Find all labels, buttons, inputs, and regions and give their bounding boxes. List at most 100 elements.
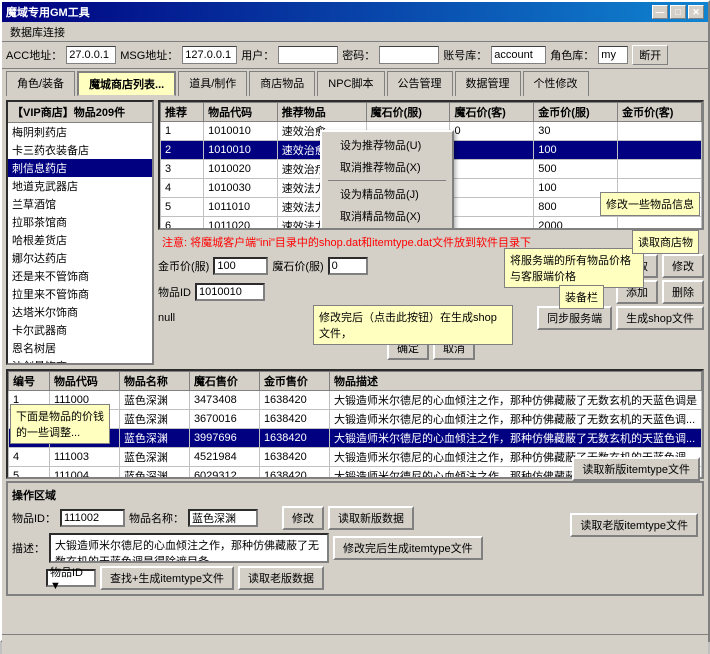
null-label: null bbox=[158, 312, 175, 324]
context-menu: 设为推荐物品(U) 取消推荐物品(X) 设为精品物品(J) 取消精品物品(X) … bbox=[320, 130, 454, 230]
table-row-selected[interactable]: 3 111002 蓝色深渊 3997696 1638420 大锻造师米尔德尼的心… bbox=[9, 429, 702, 448]
ms-input[interactable] bbox=[328, 257, 368, 275]
shop-item-13[interactable]: 恩名树居 bbox=[8, 339, 152, 357]
th-code: 物品代码 bbox=[204, 103, 278, 122]
shop-item-11[interactable]: 达塔米尔饰商 bbox=[8, 303, 152, 321]
role-label: 角色库： bbox=[550, 47, 594, 63]
read-old-itemtype-button[interactable]: 读取老版itemtype文件 bbox=[570, 513, 698, 537]
popup-item-3[interactable]: 设为精品物品(J) bbox=[324, 183, 450, 205]
shop-item-8[interactable]: 娜尔达药店 bbox=[8, 249, 152, 267]
connect-button[interactable]: 断开 bbox=[632, 45, 668, 65]
bth-code: 物品代码 bbox=[49, 372, 119, 391]
callout-modify: 修改一些物品信息 bbox=[600, 192, 700, 216]
ops-item-id-input[interactable] bbox=[60, 509, 125, 527]
popup-item-4[interactable]: 取消精品物品(X) bbox=[324, 205, 450, 227]
bth-name: 物品名称 bbox=[119, 372, 189, 391]
gold-input[interactable] bbox=[213, 257, 268, 275]
acc-label: ACC地址： bbox=[6, 47, 62, 63]
shop-list-scroll[interactable]: 梅阴刺药店 卡三药衣装备店 刺信息药店 地道克武器店 兰草酒馆 拉耶茶馆商 哈根… bbox=[8, 123, 152, 363]
read-itemtype-container: 读取新版itemtype文件 bbox=[572, 457, 700, 481]
ops-section: 操作区域 物品ID： 物品名称： 修改 读取新版数据 描述： 大锻造师米尔德尼的… bbox=[6, 481, 704, 596]
bth-num: 编号 bbox=[9, 372, 50, 391]
sync-button[interactable]: 同步服务端 bbox=[537, 306, 612, 330]
ops-combo-text: 物品ID ▼ bbox=[50, 564, 92, 592]
user-input[interactable] bbox=[278, 46, 338, 64]
bth-ms: 魔石售价 bbox=[189, 372, 259, 391]
item-id-label: 物品ID bbox=[158, 284, 191, 300]
shop-item-7[interactable]: 哈根差货店 bbox=[8, 231, 152, 249]
th-jb-c: 金币价(客) bbox=[618, 103, 702, 122]
main-window: 魔域专用GM工具 — □ ✕ 数据库连接 ACC地址： MSG地址： 用户： 密… bbox=[0, 0, 710, 642]
ops-gen-itemtype-button[interactable]: 修改完后生成itemtype文件 bbox=[333, 536, 483, 560]
read-new-itemtype-button[interactable]: 读取新版itemtype文件 bbox=[572, 457, 700, 481]
menu-item-db[interactable]: 数据库连接 bbox=[4, 22, 71, 42]
shop-list-panel: 【VIP商店】物品209件 梅阴刺药店 卡三药衣装备店 刺信息药店 地道克武器店… bbox=[6, 100, 154, 365]
shop-item-5[interactable]: 兰草酒馆 bbox=[8, 195, 152, 213]
shop-item-3[interactable]: 刺信息药店 bbox=[8, 159, 152, 177]
shop-item-10[interactable]: 拉里来不管饰商 bbox=[8, 285, 152, 303]
shop-item-9[interactable]: 还是来不管饰商 bbox=[8, 267, 152, 285]
ops-read-old-button[interactable]: 读取老版数据 bbox=[238, 566, 324, 590]
tab-item[interactable]: 道具/制作 bbox=[178, 71, 247, 96]
shop-list-header: 【VIP商店】物品209件 bbox=[8, 102, 152, 123]
pwd-input[interactable] bbox=[379, 46, 439, 64]
popup-item-2[interactable]: 取消推荐物品(X) bbox=[324, 156, 450, 178]
tab-bar: 角色/装备 魔城商店列表... 道具/制作 商店物品 NPC脚本 公告管理 数据… bbox=[2, 69, 708, 96]
shop-item-4[interactable]: 地道克武器店 bbox=[8, 177, 152, 195]
msg-label: MSG地址： bbox=[120, 47, 178, 63]
maximize-button[interactable]: □ bbox=[670, 5, 686, 19]
th-name: 推荐物品 bbox=[277, 103, 366, 122]
title-bar: 魔域专用GM工具 — □ ✕ bbox=[2, 2, 708, 22]
ops-desc-label: 描述： bbox=[12, 540, 45, 556]
table-row[interactable]: 2 111001 蓝色深渊 3670016 1638420 大锻造师米尔德尼的心… bbox=[9, 410, 702, 429]
ops-read-new-button[interactable]: 读取新版数据 bbox=[328, 506, 414, 530]
delete-button[interactable]: 删除 bbox=[662, 280, 704, 304]
pwd-label: 密码： bbox=[342, 47, 375, 63]
modify-button[interactable]: 修改 bbox=[662, 254, 704, 278]
read-old-container: 读取老版itemtype文件 bbox=[570, 513, 698, 537]
gold-label: 金币价(服) bbox=[158, 258, 209, 274]
th-rec: 推荐 bbox=[161, 103, 204, 122]
callout-gen-shop: 修改完后（点击此按钮）在生成shop文件， bbox=[313, 305, 513, 345]
top-section: 【VIP商店】物品209件 梅阴刺药店 卡三药衣装备店 刺信息药店 地道克武器店… bbox=[6, 100, 704, 365]
tab-role[interactable]: 角色/装备 bbox=[6, 71, 75, 96]
callout-read-shop: 读取商店物 bbox=[632, 230, 699, 254]
shop-item-6[interactable]: 拉耶茶馆商 bbox=[8, 213, 152, 231]
gen-shop-button[interactable]: 生成shop文件 bbox=[616, 306, 704, 330]
tab-personal[interactable]: 个性修改 bbox=[523, 71, 589, 96]
ops-combo[interactable]: 物品ID ▼ bbox=[46, 569, 96, 587]
ms-label: 魔石价(服) bbox=[272, 258, 323, 274]
table-row[interactable]: 1 111000 蓝色深渊 3473408 1638420 大锻造师米尔德尼的心… bbox=[9, 391, 702, 410]
fields-row: 金币价(服) 魔石价(服) 将服务端的所有物品价格与客服端价格 读取商店物 bbox=[158, 254, 704, 278]
popup-item-1[interactable]: 设为推荐物品(U) bbox=[324, 134, 450, 156]
menu-bar: 数据库连接 bbox=[2, 22, 708, 42]
ops-search-button[interactable]: 查找+生成itemtype文件 bbox=[100, 566, 234, 590]
db-label: 账号库： bbox=[443, 47, 487, 63]
ops-modify-button[interactable]: 修改 bbox=[282, 506, 324, 530]
shop-item-2[interactable]: 卡三药衣装备店 bbox=[8, 141, 152, 159]
user-label: 用户： bbox=[241, 47, 274, 63]
shop-item-12[interactable]: 卡尔武器商 bbox=[8, 321, 152, 339]
msg-input[interactable] bbox=[182, 46, 237, 64]
tab-shop-items[interactable]: 商店物品 bbox=[249, 71, 315, 96]
shop-item-1[interactable]: 梅阴刺药店 bbox=[8, 123, 152, 141]
tab-npc[interactable]: NPC脚本 bbox=[317, 71, 384, 96]
db-input[interactable] bbox=[491, 46, 546, 64]
th-ms-c: 魔石价(客) bbox=[450, 103, 534, 122]
ops-item-name-input[interactable] bbox=[188, 509, 258, 527]
callout-sync: 将服务端的所有物品价格与客服端价格 bbox=[504, 248, 644, 288]
shop-item-14[interactable]: 沙剑量饰商 bbox=[8, 357, 152, 363]
tab-announcement[interactable]: 公告管理 bbox=[387, 71, 453, 96]
item-id-input[interactable] bbox=[195, 283, 265, 301]
role-input[interactable] bbox=[598, 46, 628, 64]
bth-jb: 金币售价 bbox=[259, 372, 329, 391]
acc-input[interactable] bbox=[66, 46, 116, 64]
tab-shop[interactable]: 魔城商店列表... bbox=[77, 71, 176, 96]
minimize-button[interactable]: — bbox=[652, 5, 668, 19]
th-jb-s: 金币价(服) bbox=[534, 103, 618, 122]
tab-data[interactable]: 数据管理 bbox=[455, 71, 521, 96]
close-button[interactable]: ✕ bbox=[688, 5, 704, 19]
bth-desc: 物品描述 bbox=[330, 372, 702, 391]
menu-separator bbox=[328, 180, 446, 181]
title-buttons: — □ ✕ bbox=[652, 5, 704, 19]
